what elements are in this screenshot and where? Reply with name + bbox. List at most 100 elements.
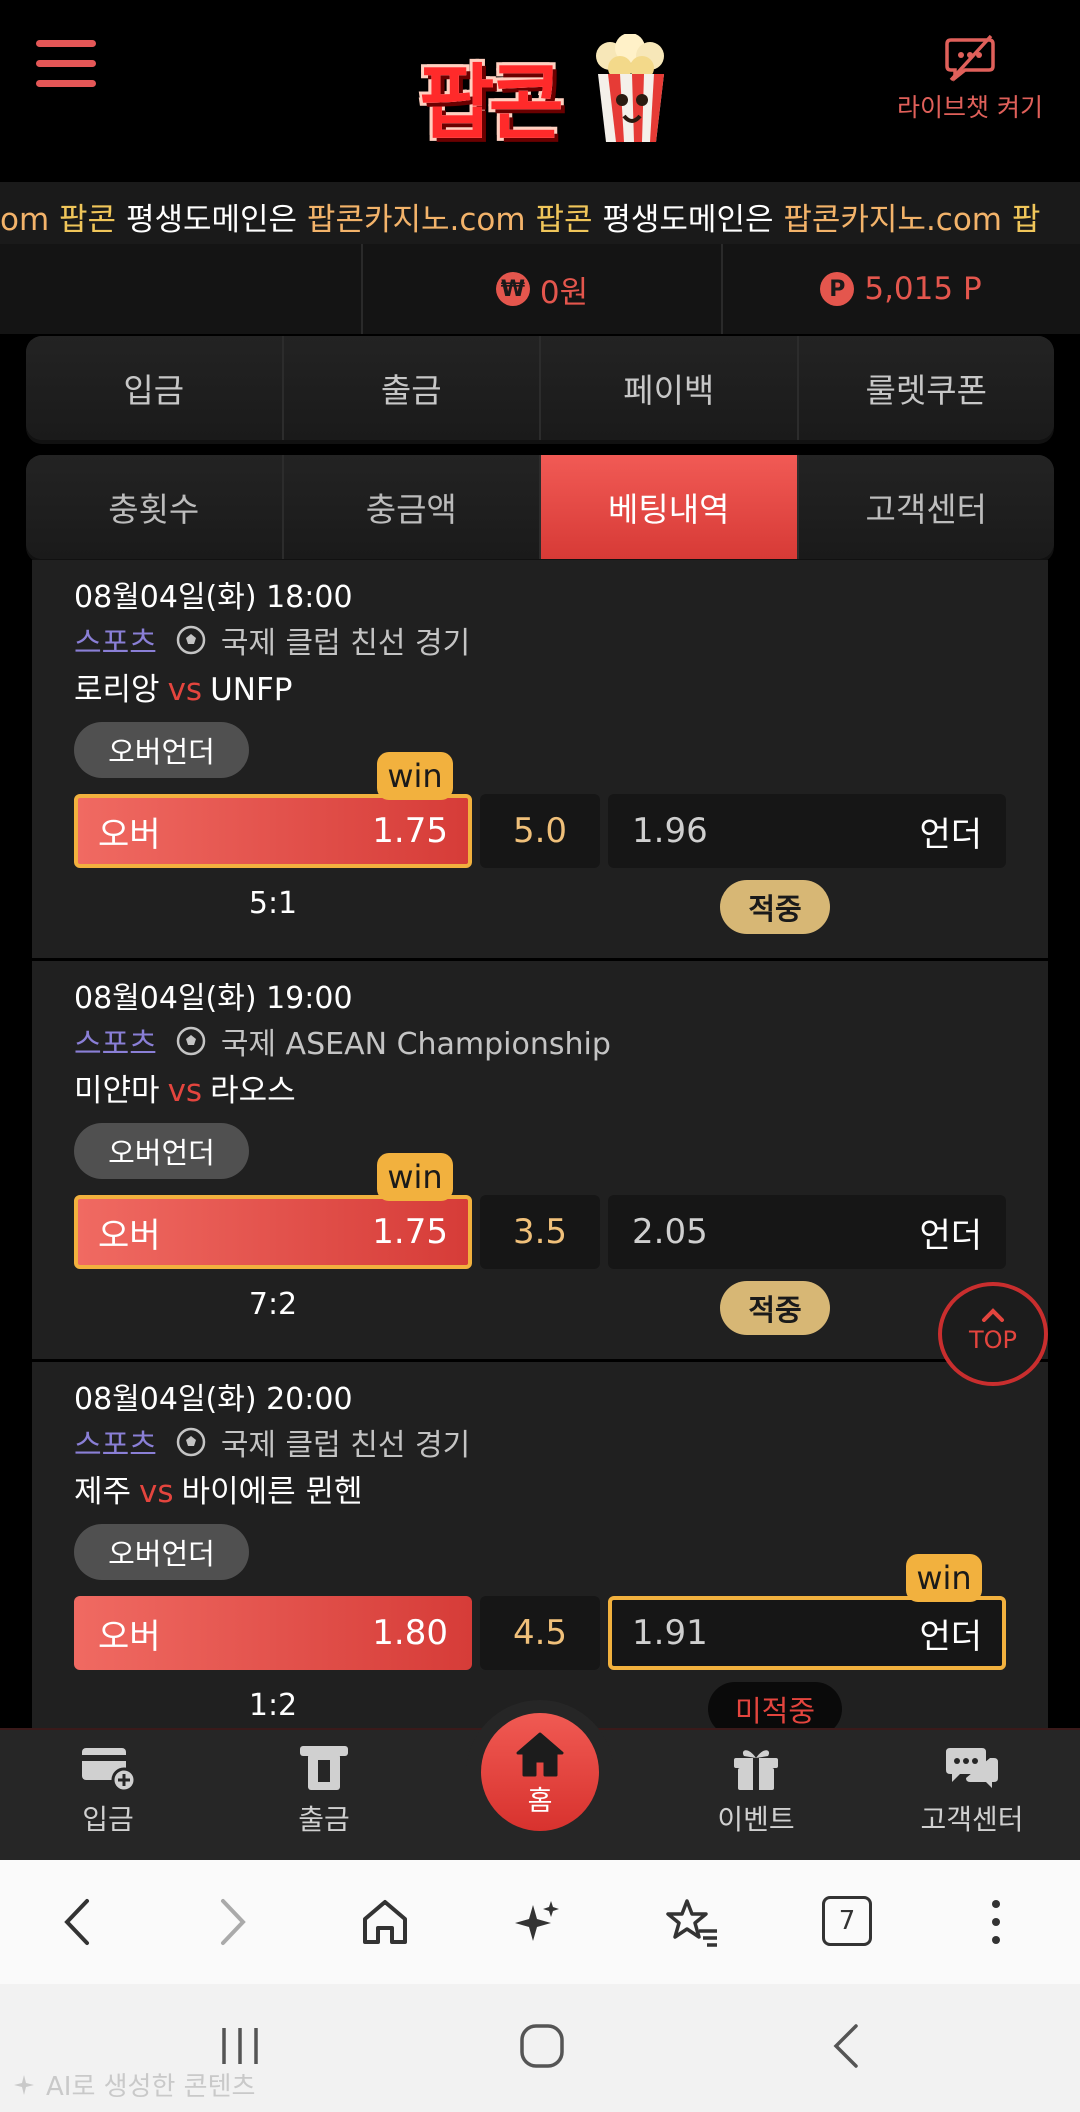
- marquee-domain: 팝콘카지노.com: [783, 202, 1003, 238]
- vs-label: vs: [139, 1474, 174, 1510]
- under-label: 언더: [919, 814, 982, 855]
- under-option[interactable]: 1.96 언더: [608, 794, 1006, 868]
- market-badge: 오버언더: [74, 1123, 249, 1179]
- nav-support-label: 고객센터: [920, 1803, 1024, 1836]
- nav-withdraw[interactable]: 출금: [244, 1744, 404, 1838]
- tab-charge-count[interactable]: 충횟수: [26, 455, 284, 559]
- vs-label: vs: [167, 1073, 203, 1109]
- bet-card: 08월04일(화) 18:00 스포츠 국제 클럽 친선 경기 로리앙 vs UNF…: [32, 560, 1048, 960]
- back-arrow-icon[interactable]: [828, 2022, 862, 2070]
- browser-home-button[interactable]: [355, 1892, 415, 1952]
- over-odd: 1.80: [372, 1613, 448, 1653]
- scroll-top-label: TOP: [968, 1326, 1018, 1354]
- tab-roulette-coupon[interactable]: 룰렛쿠폰: [798, 336, 1054, 440]
- tab-withdraw[interactable]: 출금: [283, 336, 541, 440]
- league-name: 국제 클럽 친선 경기: [220, 1428, 471, 1463]
- withdraw-icon: [300, 1746, 348, 1790]
- away-team: 바이에른 뮌헨: [181, 1474, 363, 1510]
- nav-event-label: 이벤트: [717, 1803, 795, 1836]
- forward-button[interactable]: [204, 1892, 264, 1952]
- match-score: 7:2: [248, 1287, 298, 1322]
- nav-event[interactable]: 이벤트: [676, 1744, 836, 1838]
- ai-sparkle-icon: [14, 2074, 34, 2095]
- under-option[interactable]: 1.91 언더: [608, 1596, 1006, 1670]
- tabs-count-button[interactable]: 7: [822, 1896, 872, 1946]
- home-outline-icon: [363, 1900, 407, 1944]
- result-badge: 적중: [720, 1281, 830, 1335]
- chat-off-icon: [945, 34, 995, 82]
- sport-label: 스포츠: [74, 1428, 157, 1463]
- back-button[interactable]: [46, 1892, 106, 1952]
- tabs-top: 입금 출금 페이백 룰렛쿠폰: [26, 336, 1054, 440]
- marquee-domain: om: [0, 202, 50, 238]
- logo[interactable]: 팝콘: [405, 14, 675, 154]
- ai-assist-button[interactable]: [508, 1892, 568, 1952]
- tabs-bottom: 충횟수 충금액 베팅내역 고객센터: [26, 455, 1054, 559]
- home-circle-icon[interactable]: [518, 2022, 566, 2070]
- match-score: 1:2: [248, 1688, 298, 1723]
- over-option[interactable]: 오버 1.75: [74, 794, 472, 868]
- tab-charge-amount[interactable]: 충금액: [283, 455, 541, 559]
- app-header: 팝콘 라이브챗 켜기: [0, 0, 1080, 182]
- over-option[interactable]: 오버 1.75: [74, 1195, 472, 1269]
- sparkle-icon: [515, 1901, 559, 1941]
- logo-text: 팝콘: [419, 56, 564, 151]
- tab-customer-center[interactable]: 고객센터: [798, 455, 1054, 559]
- scroll-top-button[interactable]: TOP: [938, 1282, 1048, 1386]
- market-badge: 오버언더: [74, 1524, 249, 1580]
- nav-support[interactable]: 고객센터: [892, 1744, 1052, 1838]
- under-label: 언더: [919, 1616, 982, 1657]
- nav-deposit[interactable]: 입금: [28, 1744, 188, 1838]
- card-add-icon: [82, 1748, 136, 1792]
- tab-payback[interactable]: 페이백: [541, 336, 799, 440]
- bet-list: 08월04일(화) 18:00 스포츠 국제 클럽 친선 경기 로리앙 vs UNF…: [32, 560, 1048, 1730]
- won-icon: ₩: [495, 272, 530, 306]
- tab-deposit[interactable]: 입금: [26, 336, 284, 440]
- bet-datetime: 08월04일(화) 20:00: [74, 1382, 353, 1417]
- home-team: 로리앙: [74, 672, 160, 708]
- gift-icon: [734, 1750, 778, 1790]
- marquee-track: om 팝콘 평생도메인은 팝콘카지노.com 팝콘 평생도메인은 팝콘카지노.c…: [0, 194, 1040, 239]
- notice-marquee: om 팝콘 평생도메인은 팝콘카지노.com 팝콘 평생도메인은 팝콘카지노.c…: [0, 182, 1080, 244]
- bet-card: 08월04일(화) 20:00 스포츠 국제 클럽 친선 경기 제주 vs 바이에른…: [32, 1362, 1048, 1730]
- league-name: 국제 ASEAN Championship: [220, 1027, 611, 1062]
- over-odd: 1.75: [372, 1212, 448, 1252]
- chat-bubbles-icon: [946, 1748, 998, 1788]
- away-team: 라오스: [210, 1073, 296, 1109]
- chevron-right-icon: [221, 1899, 246, 1945]
- bet-league-row: 스포츠 국제 클럽 친선 경기: [74, 618, 470, 662]
- under-odd: 1.91: [632, 1613, 708, 1653]
- cash-amount: 0원: [539, 274, 589, 311]
- menu-icon[interactable]: [36, 38, 98, 88]
- livechat-toggle[interactable]: 라이브챗 켜기: [880, 34, 1060, 134]
- chevron-up-icon: [982, 1308, 1004, 1322]
- match-teams: 미얀마 vs 라오스: [74, 1065, 296, 1110]
- bet-datetime: 08월04일(화) 18:00: [74, 580, 353, 615]
- result-badge: 적중: [720, 880, 830, 934]
- marquee-domain: 팝콘카지노.com: [306, 202, 526, 238]
- point-amount: 5,015 P: [864, 271, 982, 307]
- marquee-brand: 팝콘: [59, 202, 117, 238]
- sport-label: 스포츠: [74, 1027, 157, 1062]
- home-team: 미얀마: [74, 1073, 160, 1109]
- over-odd: 1.75: [372, 811, 448, 851]
- tab-betting-history[interactable]: 베팅내역: [541, 455, 799, 559]
- star-list-icon: [666, 1899, 717, 1947]
- line-value: 4.5: [480, 1596, 600, 1670]
- bookmarks-button[interactable]: [662, 1892, 722, 1952]
- nav-withdraw-label: 출금: [298, 1803, 350, 1836]
- point-icon: P: [820, 272, 855, 306]
- away-team: UNFP: [210, 672, 293, 708]
- bet-card: 08월04일(화) 19:00 스포츠 국제 ASEAN Championshi…: [32, 961, 1048, 1361]
- more-options-button[interactable]: [966, 1892, 1026, 1952]
- recent-apps-icon[interactable]: [218, 2024, 262, 2068]
- sport-label: 스포츠: [74, 626, 157, 661]
- result-badge: 미적중: [708, 1682, 842, 1730]
- over-label: 오버: [98, 1215, 161, 1256]
- popcorn-icon: [596, 34, 664, 142]
- over-option[interactable]: 오버 1.80: [74, 1596, 472, 1670]
- livechat-label: 라이브챗 켜기: [897, 93, 1043, 122]
- marquee-text: 평생도메인은: [125, 202, 298, 238]
- nav-home[interactable]: 홈: [481, 1713, 599, 1831]
- under-option[interactable]: 2.05 언더: [608, 1195, 1006, 1269]
